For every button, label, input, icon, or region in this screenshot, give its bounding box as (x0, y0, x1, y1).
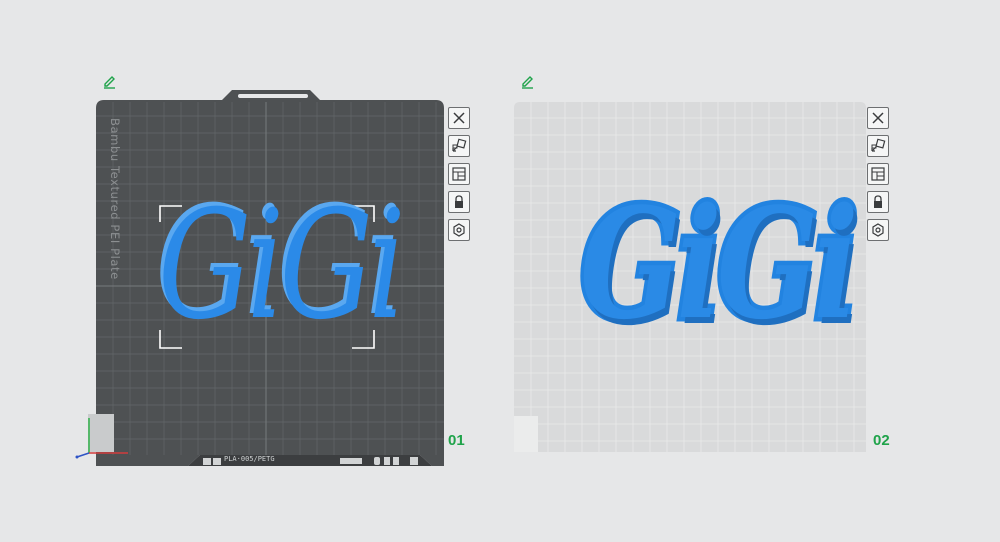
edit-plate-1-icon[interactable] (102, 74, 118, 90)
plate-2-delete-button[interactable] (867, 107, 889, 129)
layout-icon (871, 167, 885, 181)
arrange-icon (871, 138, 886, 152)
plate-1-handle (238, 94, 308, 98)
settings-icon (872, 223, 884, 237)
settings-icon (453, 223, 465, 237)
close-icon (453, 112, 465, 124)
lock-icon (455, 195, 463, 208)
plate-2-toolbar (867, 107, 889, 241)
plate-2-origin-pad (514, 416, 538, 452)
plate-1-arrange-button[interactable] (448, 135, 470, 157)
edit-plate-2-icon[interactable] (520, 74, 536, 90)
plate-1-number: 01 (448, 432, 465, 449)
lock-icon (874, 195, 882, 208)
arrange-icon (452, 138, 467, 152)
plate-1-layout-button[interactable] (448, 163, 470, 185)
plate-1-filament-status: PLA·005/PETG (224, 455, 275, 463)
layout-icon (452, 167, 466, 181)
y-axis (76, 452, 90, 458)
plate-1-delete-button[interactable] (448, 107, 470, 129)
plate-1-lock-button[interactable] (448, 191, 470, 213)
plate-2-settings-button[interactable] (867, 219, 889, 241)
plate-type-label: Bambu Textured PEI Plate (108, 118, 122, 280)
model-gigi-plate-1[interactable]: GiGi (158, 186, 406, 346)
plate-2-number: 02 (873, 432, 890, 449)
plate-1-origin-pad (88, 414, 114, 452)
plate-1-settings-button[interactable] (448, 219, 470, 241)
close-icon (872, 112, 884, 124)
plate-1-toolbar (448, 107, 470, 241)
model-gigi-plate-2[interactable]: GiGi (576, 179, 862, 348)
plate-2-arrange-button[interactable] (867, 135, 889, 157)
plate-2-layout-button[interactable] (867, 163, 889, 185)
plate-2-lock-button[interactable] (867, 191, 889, 213)
